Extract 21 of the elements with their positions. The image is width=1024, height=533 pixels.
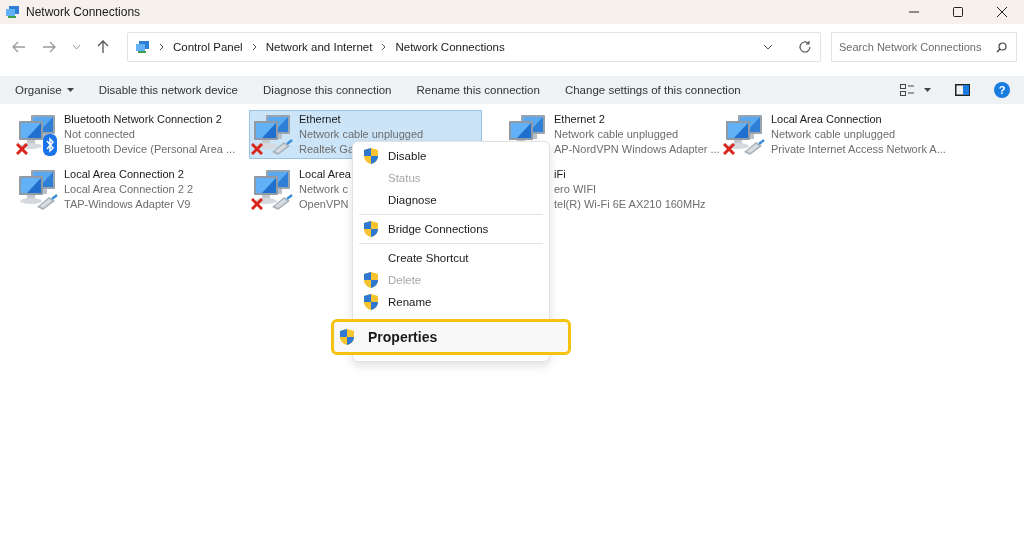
connection-status: Network cable unplugged	[299, 127, 424, 142]
connection-device: tel(R) Wi-Fi 6E AX210 160MHz	[554, 197, 706, 212]
connection-status: Local Area Connection 2 2	[64, 182, 194, 197]
connection-status: Network cable unplugged	[771, 127, 896, 142]
connection-device: Bluetooth Device (Personal Area ...	[64, 142, 236, 157]
connection-status: Network c	[299, 182, 348, 197]
connection-device: Private Internet Access Network A...	[771, 142, 946, 157]
connection-name: Ethernet	[299, 112, 341, 127]
connection-status: Network cable unplugged	[554, 127, 679, 142]
connection-name: Bluetooth Network Connection 2	[64, 112, 222, 127]
connection-status: ero WIFI	[554, 182, 597, 197]
connection-status: Not connected	[64, 127, 135, 142]
connection-device: OpenVPN	[299, 197, 349, 212]
connection-name: Ethernet 2	[554, 112, 605, 127]
connection-device: AP-NordVPN Windows Adapter ...	[554, 142, 720, 157]
connection-name: iFi	[554, 167, 566, 182]
connection-name: Local Area Connection	[771, 112, 882, 127]
connection-device: TAP-Windows Adapter V9	[64, 197, 191, 212]
window-title: Network Connections	[26, 5, 142, 19]
connection-name: Local Area	[299, 167, 351, 182]
connection-name: Local Area Connection 2	[64, 167, 184, 182]
